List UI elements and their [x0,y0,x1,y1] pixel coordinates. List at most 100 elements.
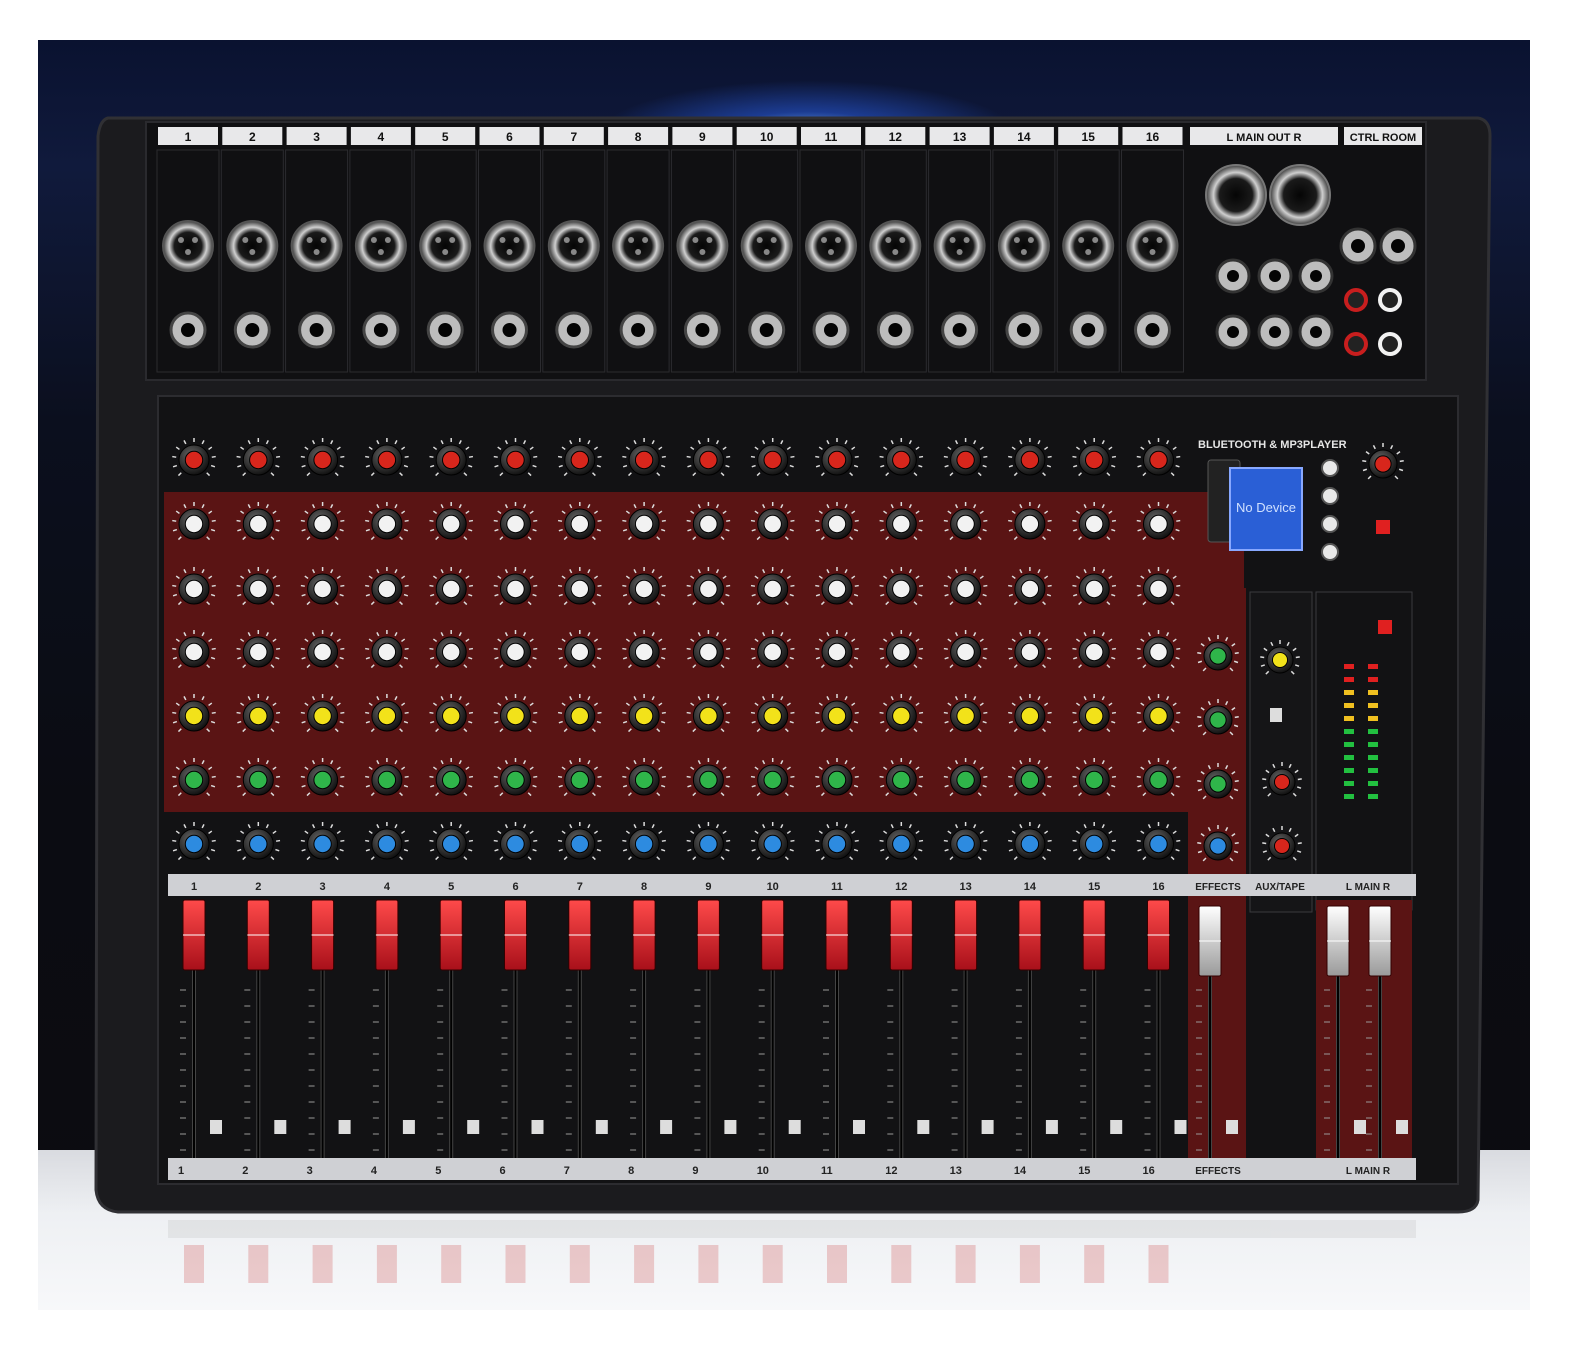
aux-switch[interactable] [1270,708,1282,722]
mute-button[interactable] [402,1120,415,1134]
knob-cap [1020,770,1040,790]
main-out-xlr[interactable] [1269,164,1331,226]
xlr-pin [506,249,513,255]
knob-tick [468,519,474,522]
mute-button[interactable] [1110,1120,1123,1134]
xlr-pin [178,237,184,243]
xlr-mic-input[interactable] [354,220,407,272]
knob-tick [983,839,988,842]
player-button[interactable] [1321,543,1339,561]
xlr-pin [892,249,899,255]
xlr-mic-input[interactable] [1126,220,1179,272]
knob-cap [1020,514,1040,534]
knob-cap [1149,642,1168,662]
mute-button[interactable] [724,1120,737,1134]
rca-jack[interactable] [1344,288,1368,312]
xlr-mic-input[interactable] [1062,220,1115,272]
knob-tick [211,584,216,587]
channel-number-mid: 10 [767,881,779,893]
meter-switch[interactable] [1378,620,1392,634]
knob-tick [236,647,241,650]
mute-button[interactable] [788,1120,801,1134]
xlr-mic-input[interactable] [676,220,729,272]
xlr-pin [513,237,520,243]
knob-tick [597,584,602,587]
channel-number-top: 12 [889,130,903,144]
knob-tick [365,711,370,714]
knob-tick [1008,519,1013,522]
mute-button[interactable] [467,1120,480,1134]
xlr-mic-input[interactable] [612,220,665,272]
knob-cap [1209,711,1227,729]
knob-cap [442,770,461,790]
knob-tick [597,519,602,522]
knob-cap [892,514,911,534]
knob-tick [726,775,731,778]
knob-tick [1262,842,1267,845]
knob-tick [365,584,370,587]
xlr-mic-input[interactable] [869,220,922,272]
knob-tick [533,584,538,587]
xlr-pin [699,249,706,255]
knob-tick [1176,775,1181,778]
knob-tick [622,839,627,842]
player-led [1376,520,1390,534]
xlr-mic-input[interactable] [483,220,536,272]
rca-jack[interactable] [1344,332,1368,356]
knob-tick [1008,455,1013,458]
knob-tick [172,647,177,650]
player-button[interactable] [1321,487,1339,505]
knob-tick [211,775,216,778]
knob-cap [1085,642,1104,662]
main-out-xlr[interactable] [1205,164,1267,226]
xlr-mic-input[interactable] [226,220,279,272]
mute-button[interactable] [531,1120,544,1134]
knob-tick [404,584,409,587]
meter-led-left [1344,755,1354,760]
knob-tick [750,775,756,778]
xlr-mic-input[interactable] [419,220,472,272]
mute-button[interactable] [595,1120,608,1134]
xlr-mic-input[interactable] [547,220,600,272]
player-button[interactable] [1321,459,1339,477]
rca-jack[interactable] [1378,332,1402,356]
knob-cap [763,642,782,662]
xlr-mic-input[interactable] [997,220,1050,272]
mute-button[interactable] [338,1120,351,1134]
mute-button[interactable] [981,1120,994,1134]
xlr-pin [320,237,327,243]
xlr-pin [435,237,442,243]
mute-button[interactable] [1396,1120,1408,1134]
xlr-mic-input[interactable] [933,220,986,272]
knob-tick [1136,775,1141,778]
meter-led-left [1344,664,1354,669]
xlr-mic-input[interactable] [740,220,793,272]
knob-cap [442,834,461,854]
mute-button[interactable] [853,1120,865,1134]
knob-tick [211,839,216,842]
knob-cap [249,579,268,599]
mute-button[interactable] [917,1120,930,1134]
xlr-mic-input[interactable] [290,220,343,272]
knob-cap [313,834,332,854]
knob-cap [377,706,397,726]
knob-cap [1273,773,1291,791]
xlr-mic-input[interactable] [162,220,214,272]
knob-cap [1374,455,1392,473]
mute-button[interactable] [1226,1120,1238,1134]
mute-button[interactable] [1174,1120,1187,1134]
xlr-mic-input[interactable] [805,220,857,272]
mute-button[interactable] [660,1120,673,1134]
knob-cap [699,450,718,470]
mute-button[interactable] [1354,1120,1366,1134]
knob-cap [827,834,847,854]
player-button[interactable] [1321,515,1339,533]
mute-button[interactable] [210,1120,222,1134]
xlr-pin [1156,237,1163,243]
rca-jack[interactable] [1378,288,1402,312]
mute-button[interactable] [274,1120,287,1134]
knob-cap [184,706,204,726]
knob-cap [506,642,525,662]
mute-button[interactable] [1045,1120,1058,1134]
knob-cap [956,514,975,534]
